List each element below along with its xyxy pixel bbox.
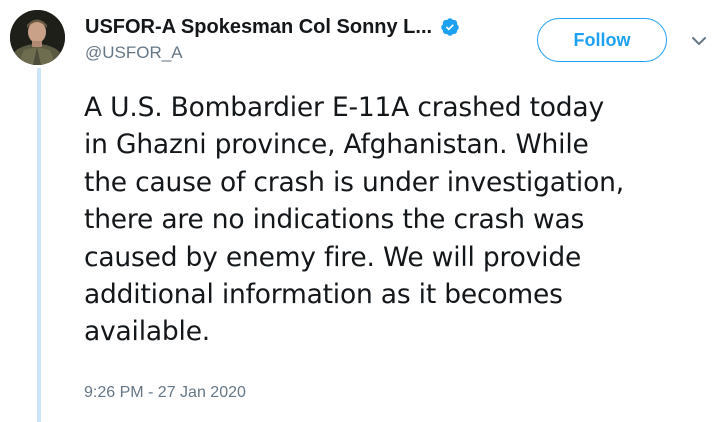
tweet-card: USFOR-A Spokesman Col Sonny L... @USFOR_… [0, 0, 721, 422]
avatar[interactable] [10, 10, 65, 65]
follow-button[interactable]: Follow [537, 18, 667, 62]
display-name[interactable]: USFOR-A Spokesman Col Sonny L... [85, 16, 432, 39]
tweet-header: USFOR-A Spokesman Col Sonny L... @USFOR_… [85, 13, 460, 63]
tweet-timestamp[interactable]: 9:26 PM - 27 Jan 2020 [84, 384, 246, 402]
thread-line [37, 68, 41, 422]
name-row: USFOR-A Spokesman Col Sonny L... [85, 13, 460, 41]
verified-badge-icon [440, 17, 460, 37]
tweet-text: A U.S. Bombardier E-11A crashed today in… [84, 92, 624, 348]
user-handle[interactable]: @USFOR_A [85, 43, 460, 63]
chevron-down-icon[interactable] [690, 34, 708, 48]
